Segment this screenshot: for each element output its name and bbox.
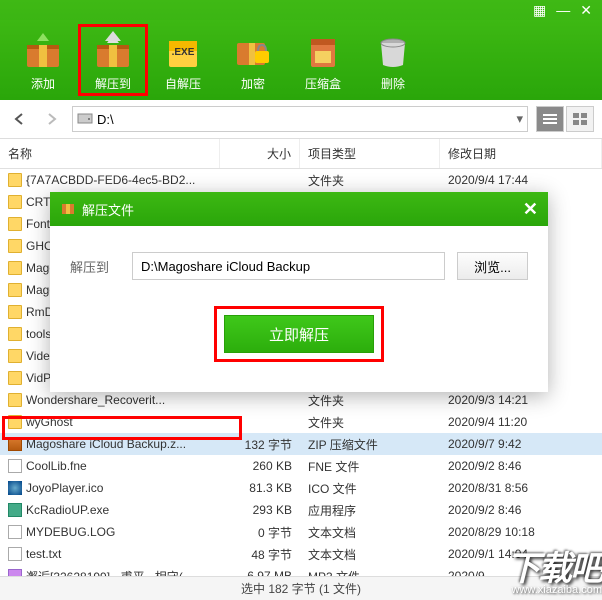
file-row[interactable]: CoolLib.fne260 KBFNE 文件2020/9/2 8:46 [0,455,602,477]
trash-icon [369,29,417,73]
col-type[interactable]: 项目类型 [300,139,440,168]
extract-dialog: 解压文件 ✕ 解压到 浏览... 立即解压 [50,192,548,392]
list-view-button[interactable] [536,106,564,132]
encrypt-icon [229,29,277,73]
file-row[interactable]: wyGhost文件夹2020/9/4 11:20 [0,411,602,433]
minimize-button[interactable]: — [556,2,570,18]
grid-view-button[interactable] [566,106,594,132]
dropdown-icon[interactable]: ▾ [516,111,523,127]
add-button[interactable]: 添加 [8,24,78,96]
extract-now-button[interactable]: 立即解压 [224,315,374,353]
path-text: D:\ [97,112,114,127]
titlebar: ▦ — ✕ [0,0,602,20]
delete-label: 删除 [381,75,405,92]
encrypt-label: 加密 [241,75,265,92]
extract-path-input[interactable] [132,252,445,280]
dialog-close-button[interactable]: ✕ [523,199,538,220]
file-row[interactable]: {7A7ACBDD-FED6-4ec5-BD2...文件夹2020/9/4 17… [0,169,602,191]
grid-icon[interactable]: ▦ [533,2,546,19]
file-row[interactable]: test.txt48 字节文本文档2020/9/1 14:04 [0,543,602,565]
extract-to-label: 解压到 [70,257,120,276]
file-row[interactable]: JoyoPlayer.ico81.3 KBICO 文件2020/8/31 8:5… [0,477,602,499]
toolbar: 添加 解压到 .EXE 自解压 加密 压缩盒 [0,20,602,100]
col-size[interactable]: 大小 [220,139,300,168]
forward-button[interactable] [40,107,64,131]
col-date[interactable]: 修改日期 [440,139,602,168]
encrypt-button[interactable]: 加密 [218,24,288,96]
back-button[interactable] [8,107,32,131]
status-bar: 选中 182 字节 (1 文件) [0,576,602,600]
col-name[interactable]: 名称 [0,139,220,168]
file-row[interactable]: KcRadioUP.exe293 KB应用程序2020/9/2 8:46 [0,499,602,521]
drive-icon [77,111,93,128]
extract-to-button[interactable]: 解压到 [78,24,148,96]
extract-to-icon [89,29,137,73]
file-row[interactable]: MYDEBUG.LOG0 字节文本文档2020/8/29 10:18 [0,521,602,543]
extract-to-label: 解压到 [95,75,131,92]
compress-box-button[interactable]: 压缩盒 [288,24,358,96]
file-row[interactable]: Wondershare_Recoverit...文件夹2020/9/3 14:2… [0,389,602,411]
column-headers: 名称 大小 项目类型 修改日期 [0,139,602,169]
dialog-title-text: 解压文件 [82,200,134,219]
self-extract-icon: .EXE [159,29,207,73]
compress-box-label: 压缩盒 [305,75,341,92]
status-text: 选中 182 字节 (1 文件) [241,580,361,597]
add-label: 添加 [31,75,55,92]
svg-text:.EXE: .EXE [172,47,195,58]
add-icon [19,29,67,73]
self-extract-button[interactable]: .EXE 自解压 [148,24,218,96]
browse-button[interactable]: 浏览... [457,252,528,280]
compress-box-icon [299,29,347,73]
dialog-icon [60,200,76,219]
close-window-button[interactable]: ✕ [580,2,592,19]
path-input[interactable]: D:\ ▾ [72,106,528,132]
file-row[interactable]: Magoshare iCloud Backup.z...132 字节ZIP 压缩… [0,433,602,455]
navbar: D:\ ▾ [0,100,602,139]
self-extract-label: 自解压 [165,75,201,92]
extract-button-highlight: 立即解压 [214,306,384,362]
delete-button[interactable]: 删除 [358,24,428,96]
dialog-titlebar: 解压文件 ✕ [50,192,548,226]
